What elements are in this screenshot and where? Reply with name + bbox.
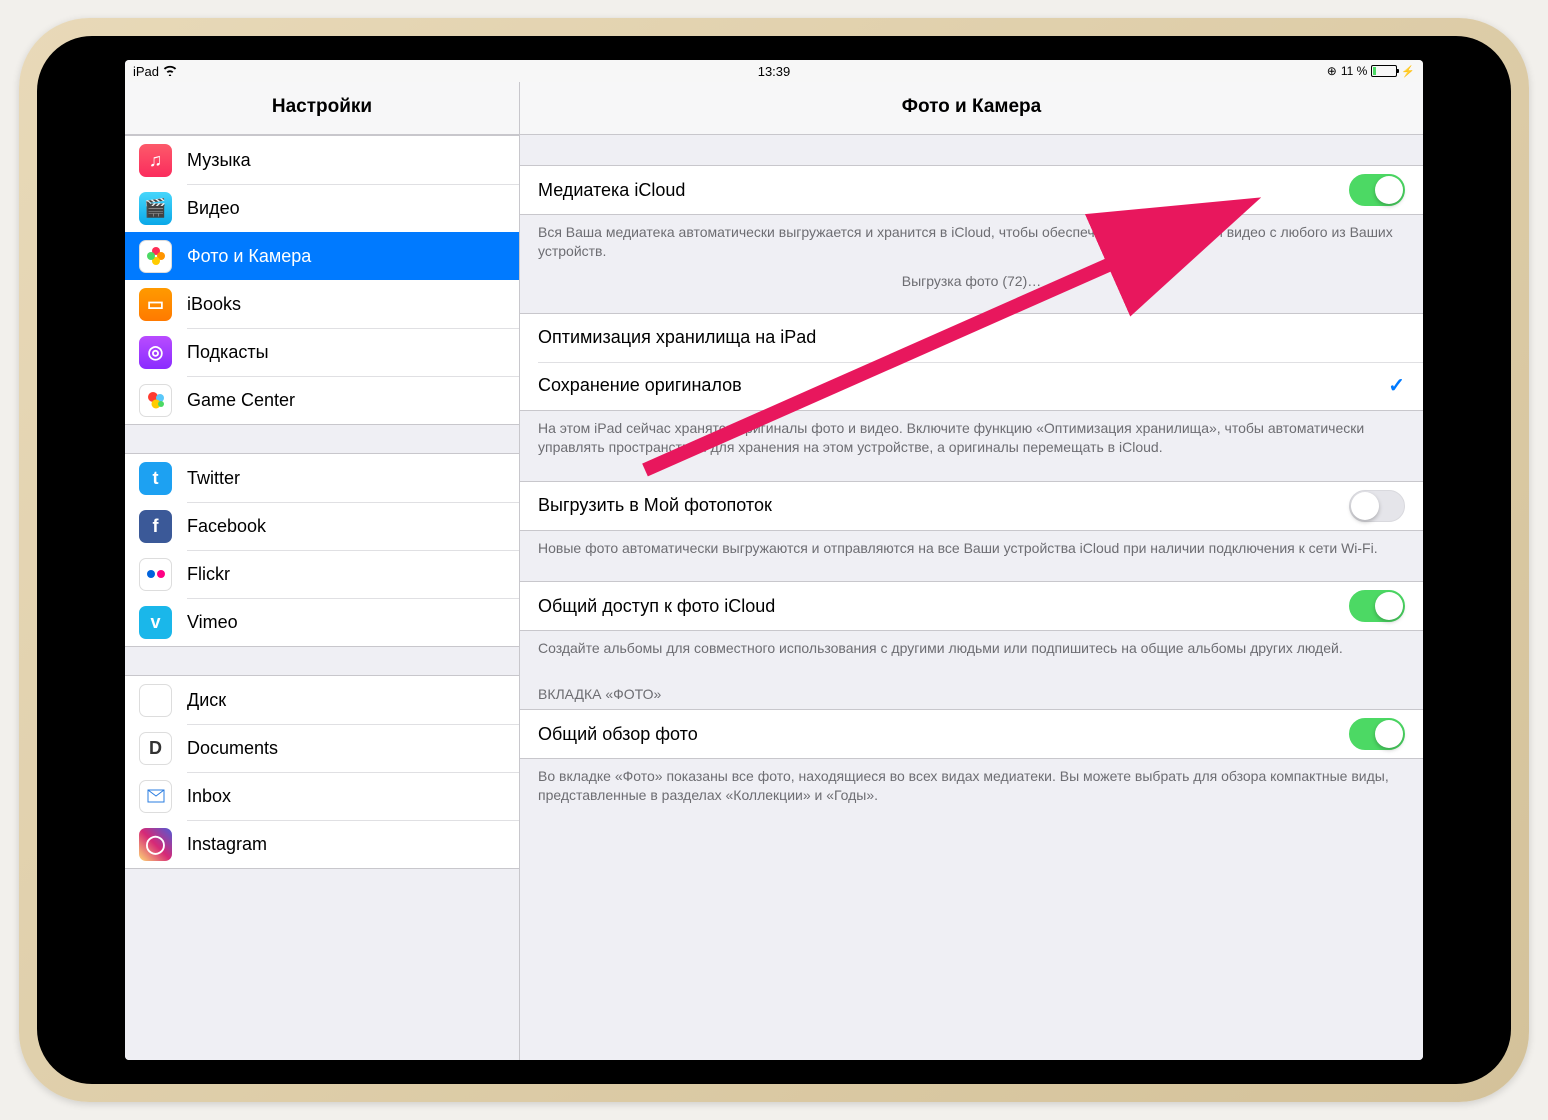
sidebar-title: Настройки [125,82,519,135]
sidebar-scroll[interactable]: ♫ Музыка 🎬 Видео Фото [125,135,519,1060]
device-label: iPad [133,64,159,79]
summary-toggle[interactable] [1349,718,1405,750]
sidebar-item-label: Flickr [187,564,230,585]
sidebar-item-label: Facebook [187,516,266,537]
sharing-group: Общий доступ к фото iCloud [520,581,1423,631]
orientation-lock-icon: ⊕ [1327,64,1337,78]
row-label: Выгрузить в Мой фотопоток [538,495,1349,516]
charging-icon: ⚡ [1401,65,1415,78]
storage-footer: На этом iPad сейчас хранятся оригиналы ф… [520,411,1423,463]
detail-scroll[interactable]: Медиатека iCloud Вся Ваша медиатека авто… [520,135,1423,1060]
sidebar-item-label: Видео [187,198,240,219]
keep-originals-row[interactable]: Сохранение оригиналов ✓ [520,362,1423,410]
checkmark-icon: ✓ [1388,373,1405,398]
sidebar-item-label: Instagram [187,834,267,855]
ipad-frame: iPad 13:39 ⊕ 11 % ⚡ Настройки [19,18,1529,1102]
sidebar-item-label: Диск [187,690,226,711]
ibooks-icon: ▭ [139,288,172,321]
sidebar-item-video[interactable]: 🎬 Видео [125,184,519,232]
sharing-toggle[interactable] [1349,590,1405,622]
row-label: Общий доступ к фото iCloud [538,596,1349,617]
inbox-icon [139,780,172,813]
status-bar: iPad 13:39 ⊕ 11 % ⚡ [125,60,1423,82]
icloud-library-row[interactable]: Медиатека iCloud [520,166,1423,214]
sidebar-item-label: Музыка [187,150,251,171]
sidebar-item-label: Фото и Камера [187,246,311,267]
sidebar-item-instagram[interactable]: ◯ Instagram [125,820,519,868]
icloud-library-group: Медиатека iCloud [520,165,1423,215]
twitter-icon: t [139,462,172,495]
sidebar-group-media: ♫ Музыка 🎬 Видео Фото [125,135,519,425]
row-label: Сохранение оригиналов [538,375,1388,396]
battery-percent: 11 % [1341,64,1367,78]
podcasts-icon: ◎ [139,336,172,369]
photostream-footer: Новые фото автоматически выгружаются и о… [520,531,1423,564]
sidebar-item-vimeo[interactable]: v Vimeo [125,598,519,646]
sidebar-group-social: t Twitter f Facebook Fl [125,453,519,647]
row-label: Медиатека iCloud [538,180,1349,201]
sidebar-item-twitter[interactable]: t Twitter [125,454,519,502]
icloud-library-toggle[interactable] [1349,174,1405,206]
photos-icon [139,240,172,273]
sidebar-item-podcasts[interactable]: ◎ Подкасты [125,328,519,376]
battery-icon [1371,65,1397,77]
ipad-bezel: iPad 13:39 ⊕ 11 % ⚡ Настройки [37,36,1511,1084]
optimize-storage-row[interactable]: Оптимизация хранилища на iPad [520,314,1423,362]
music-icon: ♫ [139,144,172,177]
video-icon: 🎬 [139,192,172,225]
icloud-library-footer: Вся Ваша медиатека автоматически выгружа… [520,215,1423,267]
screen: iPad 13:39 ⊕ 11 % ⚡ Настройки [125,60,1423,1060]
detail-pane: Фото и Камера Медиатека iCloud Вся Ваша … [520,82,1423,1060]
sidebar-item-label: Vimeo [187,612,238,633]
sidebar-item-label: Подкасты [187,342,269,363]
tab-header: ВКЛАДКА «ФОТО» [520,664,1423,709]
photostream-toggle[interactable] [1349,490,1405,522]
photostream-group: Выгрузить в Мой фотопоток [520,481,1423,531]
flickr-icon [139,558,172,591]
sharing-footer: Создайте альбомы для совместного использ… [520,631,1423,664]
sidebar-item-ibooks[interactable]: ▭ iBooks [125,280,519,328]
sidebar-item-label: iBooks [187,294,241,315]
summary-group: Общий обзор фото [520,709,1423,759]
sidebar-item-facebook[interactable]: f Facebook [125,502,519,550]
sidebar-item-gamecenter[interactable]: Game Center [125,376,519,424]
sidebar-item-documents[interactable]: D Documents [125,724,519,772]
sidebar-item-flickr[interactable]: Flickr [125,550,519,598]
instagram-icon: ◯ [139,828,172,861]
sidebar-item-label: Twitter [187,468,240,489]
sidebar-group-apps: ☁ Диск D Documents Inbo [125,675,519,869]
photostream-row[interactable]: Выгрузить в Мой фотопоток [520,482,1423,530]
sharing-row[interactable]: Общий доступ к фото iCloud [520,582,1423,630]
summary-row[interactable]: Общий обзор фото [520,710,1423,758]
sidebar-item-label: Game Center [187,390,295,411]
settings-sidebar: Настройки ♫ Музыка 🎬 Видео [125,82,520,1060]
sidebar-item-label: Documents [187,738,278,759]
clock: 13:39 [758,64,791,79]
storage-group: Оптимизация хранилища на iPad Сохранение… [520,313,1423,411]
sidebar-item-inbox[interactable]: Inbox [125,772,519,820]
wifi-icon [163,64,177,79]
upload-status: Выгрузка фото (72)… [520,267,1423,313]
gamecenter-icon [139,384,172,417]
sidebar-item-music[interactable]: ♫ Музыка [125,136,519,184]
row-label: Общий обзор фото [538,724,1349,745]
summary-footer: Во вкладке «Фото» показаны все фото, нах… [520,759,1423,811]
row-label: Оптимизация хранилища на iPad [538,327,1405,348]
vimeo-icon: v [139,606,172,639]
sidebar-item-label: Inbox [187,786,231,807]
detail-title: Фото и Камера [520,82,1423,135]
sidebar-item-disk[interactable]: ☁ Диск [125,676,519,724]
facebook-icon: f [139,510,172,543]
sidebar-item-photos[interactable]: Фото и Камера [125,232,519,280]
documents-icon: D [139,732,172,765]
disk-icon: ☁ [139,684,172,717]
